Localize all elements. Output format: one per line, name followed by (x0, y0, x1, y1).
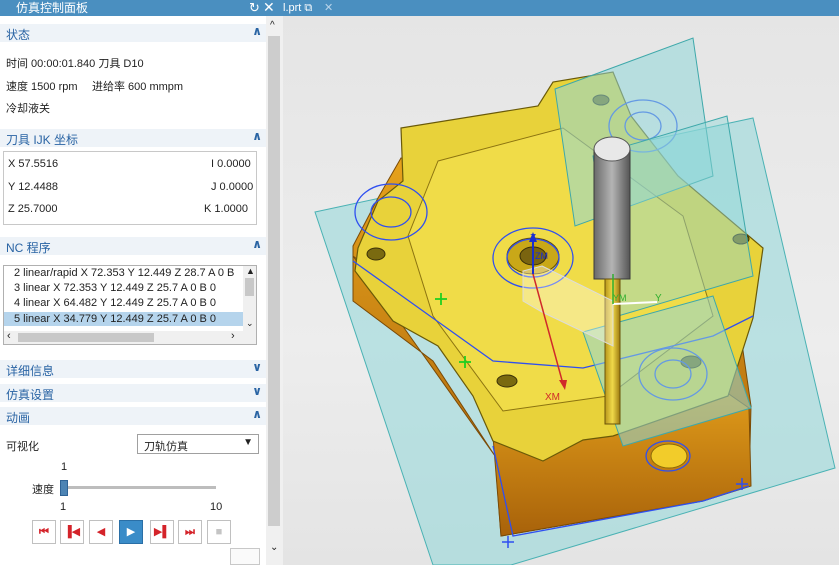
tool-holder-top (593, 136, 631, 162)
nc-program-list[interactable]: 2 linear/rapid X 72.353 Y 12.449 Z 28.7 … (3, 265, 257, 345)
chevron-down-icon[interactable]: ∨ (252, 360, 262, 374)
front-hole (650, 443, 688, 469)
feed-rate-readout: 进给率 600 mmpm (92, 81, 184, 93)
window-title: 仿真控制面板 (16, 1, 89, 15)
coord-x: X 57.5516 (8, 158, 59, 170)
simulation-control-panel: 状态 ∧ 时间 00:00:01.840 刀具 D10 速度 1500 rpm … (0, 16, 283, 565)
coord-k: K 1.0000 (204, 203, 249, 215)
list-item-selected[interactable]: 5 linear X 34.779 Y 12.449 Z 25.7 A 0 B … (4, 312, 244, 326)
spindle-speed-readout: 速度 1500 rpm (6, 81, 78, 93)
dropdown-arrow-icon[interactable]: ▼ (243, 437, 253, 448)
go-to-start-button[interactable]: ⏮ (32, 520, 56, 544)
select-value: 刀轨仿真 (144, 441, 188, 453)
scroll-thumb[interactable] (18, 333, 154, 342)
section-header-tool-ijk[interactable]: 刀具 IJK 坐标 ∧ (0, 129, 266, 147)
coolant-readout: 冷却液关 (6, 103, 50, 115)
speed-current-value: 1 (61, 461, 68, 473)
popout-icon[interactable]: ⧉ (304, 2, 312, 14)
part-3d-view[interactable]: Z ZM XM Y YM (283, 16, 839, 565)
tab-label: l.prt (283, 2, 302, 14)
coord-y: Y 12.4488 (8, 181, 58, 193)
horizontal-scrollbar[interactable]: ‹ › (4, 330, 256, 344)
hole (496, 374, 518, 388)
scroll-thumb[interactable] (268, 36, 280, 526)
go-to-end-button[interactable]: ⏭ (178, 520, 202, 544)
scroll-thumb[interactable] (245, 278, 254, 296)
chevron-up-icon[interactable]: ∧ (252, 237, 262, 251)
section-label: 状态 (6, 28, 31, 42)
coord-z: Z 25.7000 (8, 203, 58, 215)
coord-i: I 0.0000 (211, 158, 251, 170)
reset-icon[interactable]: ↻ (249, 0, 260, 15)
section-label: 刀具 IJK 坐标 (6, 133, 79, 147)
scroll-right-icon[interactable]: › (231, 330, 235, 342)
scroll-up-icon[interactable]: ▲ (246, 266, 255, 276)
title-bar: 仿真控制面板 ↻ ✕ l.prt ⧉ ✕ (0, 0, 839, 16)
section-header-sim-settings[interactable]: 仿真设置 ∨ (0, 384, 266, 402)
step-back-button[interactable]: ▐◀ (60, 520, 84, 544)
step-forward-button[interactable]: ▶▌ (150, 520, 174, 544)
graphics-viewport[interactable]: Z ZM XM Y YM (283, 16, 839, 565)
list-item[interactable]: 4 linear X 64.482 Y 12.449 Z 25.7 A 0 B … (4, 296, 244, 310)
visualization-select[interactable]: 刀轨仿真 ▼ (137, 434, 259, 454)
vertical-scrollbar[interactable]: ▲ ⌄ (243, 266, 256, 332)
scroll-left-icon[interactable]: ‹ (7, 330, 11, 342)
tool-holder (593, 148, 631, 280)
section-label: 详细信息 (6, 364, 55, 378)
speed-slider-track[interactable] (64, 486, 216, 489)
tab-part-file[interactable]: l.prt ⧉ (283, 1, 312, 15)
close-icon[interactable]: ✕ (263, 0, 275, 15)
play-forward-button[interactable]: ▶ (119, 520, 143, 544)
coordinate-box: X 57.5516 Y 12.4488 Z 25.7000 I 0.0000 J… (3, 151, 257, 225)
speed-max: 10 (210, 501, 223, 513)
section-label: NC 程序 (6, 241, 51, 255)
play-reverse-button[interactable]: ◀ (89, 520, 113, 544)
speed-label: 速度 (32, 484, 54, 496)
section-header-status[interactable]: 状态 ∧ (0, 24, 266, 42)
scroll-down-icon[interactable]: ⌄ (270, 542, 278, 553)
visualization-label: 可视化 (6, 441, 39, 453)
time-tool-readout: 时间 00:00:01.840 刀具 D10 (6, 58, 144, 70)
speed-slider-handle[interactable] (60, 480, 68, 496)
scroll-down-icon[interactable]: ⌄ (246, 318, 254, 329)
chevron-down-icon[interactable]: ∨ (252, 384, 262, 398)
chevron-up-icon[interactable]: ∧ (252, 407, 262, 421)
panel-scrollbar[interactable]: ^ ⌄ (266, 16, 283, 565)
section-header-animation[interactable]: 动画 ∧ (0, 407, 266, 425)
stop-button[interactable]: ■ (207, 520, 231, 544)
axis-xm-label: XM (545, 392, 560, 403)
section-label: 仿真设置 (6, 388, 55, 402)
speed-min: 1 (60, 501, 67, 513)
coord-j: J 0.0000 (211, 181, 254, 193)
axis-ym-label: YM (613, 293, 627, 303)
list-item[interactable]: 2 linear/rapid X 72.353 Y 12.449 Z 28.7 … (4, 266, 244, 280)
chevron-up-icon[interactable]: ∧ (252, 129, 262, 143)
tab-close-icon[interactable]: ✕ (324, 1, 333, 15)
axis-zm-label: ZM (535, 251, 548, 261)
axis-y-label: Y (655, 293, 662, 304)
hole (366, 247, 386, 261)
list-item[interactable]: 3 linear X 72.353 Y 12.449 Z 25.7 A 0 B … (4, 281, 244, 295)
section-label: 动画 (6, 411, 31, 425)
panel-footer-button[interactable] (230, 548, 260, 565)
section-header-details[interactable]: 详细信息 ∨ (0, 360, 266, 378)
scroll-up-icon[interactable]: ^ (270, 20, 275, 31)
chevron-up-icon[interactable]: ∧ (252, 24, 262, 38)
axis-z-label: Z (530, 233, 536, 244)
section-header-nc-program[interactable]: NC 程序 ∧ (0, 237, 266, 255)
